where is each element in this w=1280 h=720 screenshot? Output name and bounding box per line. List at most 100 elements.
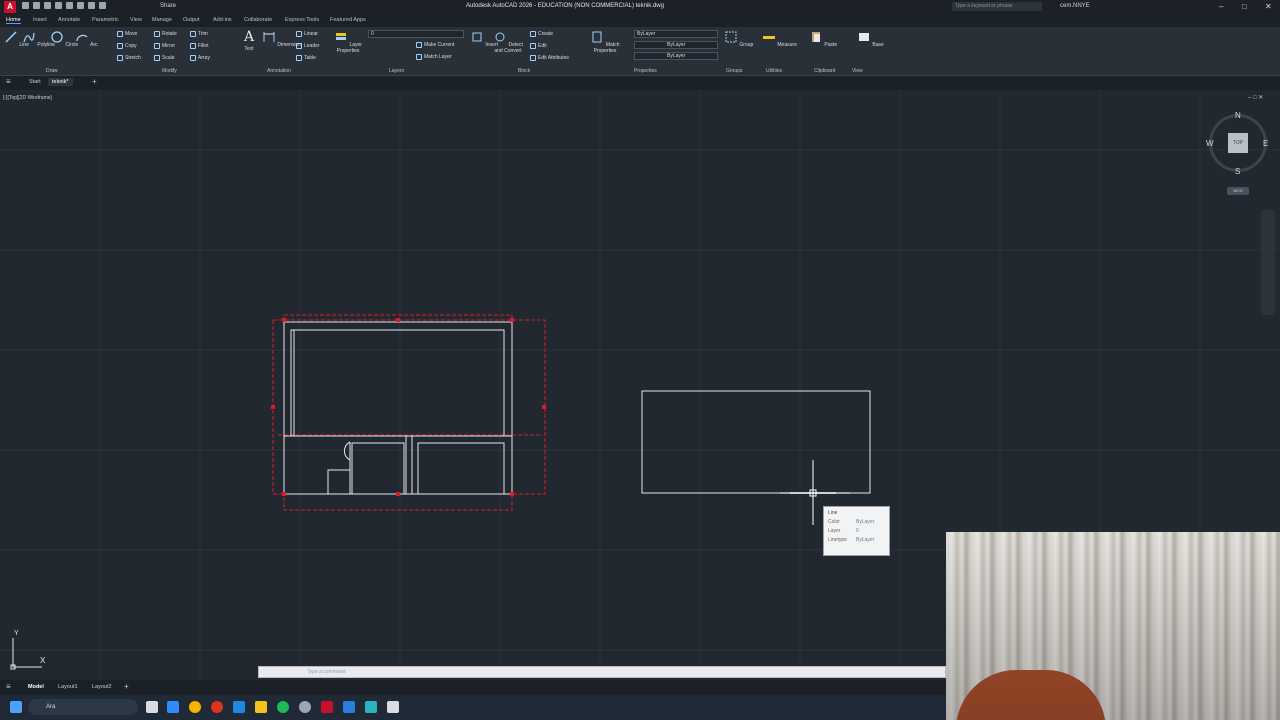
- tab-parametric[interactable]: Parametric: [92, 17, 119, 23]
- edge-icon[interactable]: [167, 701, 179, 713]
- dimension-icon: [263, 32, 275, 42]
- arc-tool-button[interactable]: Arc: [75, 30, 98, 48]
- autocad-taskbar-icon[interactable]: [321, 701, 333, 713]
- table-button[interactable]: Table: [296, 55, 316, 61]
- array-button[interactable]: Array: [190, 55, 210, 61]
- taskbar-search-text: Ara: [46, 704, 56, 710]
- taskbar-search[interactable]: Ara: [28, 699, 138, 715]
- file-explorer-icon[interactable]: [255, 701, 267, 713]
- tab-featured-apps[interactable]: Featured Apps: [330, 17, 366, 23]
- tab-annotate[interactable]: Annotate: [58, 17, 80, 23]
- tab-view[interactable]: View: [130, 17, 142, 23]
- viewcube-north[interactable]: N: [1235, 111, 1241, 120]
- tab-home[interactable]: Home: [6, 17, 21, 24]
- edit-attributes-icon: [530, 55, 536, 61]
- maximize-button[interactable]: □: [1242, 2, 1247, 11]
- browser-icon[interactable]: [233, 701, 245, 713]
- tab-insert[interactable]: Insert: [33, 17, 47, 23]
- windows-start-icon[interactable]: [10, 701, 22, 713]
- measure-button[interactable]: Measure: [762, 30, 797, 48]
- edit-attributes-button[interactable]: Edit Attributes: [530, 55, 569, 61]
- user-account[interactable]: cem.NNYE: [1060, 3, 1090, 9]
- command-line-input[interactable]: Type a command: [258, 666, 946, 678]
- detect-convert-button[interactable]: Detect and Convert: [492, 30, 524, 54]
- polyline-icon: [23, 32, 35, 43]
- draw-panel-title[interactable]: Draw: [46, 68, 58, 74]
- floor-plan-selected[interactable]: [271, 314, 546, 511]
- scale-button[interactable]: Scale: [154, 55, 175, 61]
- modify-panel-title[interactable]: Modify: [162, 68, 177, 74]
- layers-panel-title[interactable]: Layers: [389, 68, 404, 74]
- linear-dimension-button[interactable]: Linear: [296, 31, 318, 37]
- layout-menu-icon[interactable]: ≡: [6, 682, 11, 691]
- settings-icon[interactable]: [299, 701, 311, 713]
- notepad-icon[interactable]: [387, 701, 399, 713]
- viewcube-east[interactable]: E: [1263, 139, 1268, 148]
- base-view-button[interactable]: Base: [857, 30, 884, 48]
- properties-panel-title[interactable]: Properties: [634, 68, 657, 74]
- block-panel-title[interactable]: Block: [518, 68, 530, 74]
- tab-teknik[interactable]: teknik*: [48, 78, 73, 86]
- spotify-icon[interactable]: [277, 701, 289, 713]
- trim-button[interactable]: Trim: [190, 31, 208, 37]
- tab-output[interactable]: Output: [183, 17, 200, 23]
- close-button[interactable]: ✕: [1265, 2, 1272, 11]
- layer-properties-button[interactable]: Layer Properties: [334, 30, 362, 54]
- viewcube-west[interactable]: W: [1206, 139, 1214, 148]
- ucs-menu-button[interactable]: WCS: [1227, 187, 1249, 195]
- tab-layout1[interactable]: Layout1: [58, 684, 78, 690]
- trim-label: Trim: [198, 31, 208, 37]
- linetype-dropdown[interactable]: ByLayer: [634, 52, 718, 60]
- fillet-button[interactable]: Fillet: [190, 43, 209, 49]
- circle-tool-button[interactable]: Circle: [50, 30, 78, 48]
- help-search-input[interactable]: Type a keyword or phrase: [952, 2, 1042, 11]
- color-dropdown[interactable]: ByLayer: [634, 30, 718, 38]
- app-icon[interactable]: [365, 701, 377, 713]
- minimize-button[interactable]: –: [1219, 2, 1223, 11]
- tab-model[interactable]: Model: [28, 684, 44, 690]
- match-properties-icon: [592, 31, 602, 43]
- edit-block-button[interactable]: Edit: [530, 43, 547, 49]
- viewcube-south[interactable]: S: [1235, 167, 1240, 176]
- text-tool-button[interactable]: A Text: [242, 30, 256, 52]
- menu-icon[interactable]: ≡: [6, 77, 11, 86]
- group-button[interactable]: Group: [724, 30, 753, 48]
- tab-layout2[interactable]: Layout2: [92, 684, 112, 690]
- add-tab-button[interactable]: +: [92, 77, 97, 86]
- layer-dropdown[interactable]: 0: [368, 30, 464, 38]
- tab-add-ins[interactable]: Add-ins: [213, 17, 232, 23]
- match-layer-icon: [416, 54, 422, 60]
- groups-panel-title[interactable]: Groups: [726, 68, 742, 74]
- stretch-button[interactable]: Stretch: [117, 55, 141, 61]
- array-icon: [190, 55, 196, 61]
- opera-icon[interactable]: [211, 701, 223, 713]
- annotation-panel-title[interactable]: Annotation: [267, 68, 291, 74]
- vscode-icon[interactable]: [343, 701, 355, 713]
- new-rectangle-drawing[interactable]: [641, 390, 871, 494]
- rotate-button[interactable]: Rotate: [154, 31, 177, 37]
- tab-collaborate[interactable]: Collaborate: [244, 17, 272, 23]
- tab-express-tools[interactable]: Express Tools: [285, 17, 319, 23]
- ucs-icon: [10, 638, 42, 670]
- viewcube-top-face[interactable]: TOP: [1228, 133, 1248, 153]
- make-current-button[interactable]: Make Current: [416, 42, 454, 48]
- task-view-icon[interactable]: [146, 701, 158, 713]
- chrome-icon[interactable]: [189, 701, 201, 713]
- mirror-button[interactable]: Mirror: [154, 43, 175, 49]
- paste-button[interactable]: Paste: [809, 30, 837, 48]
- leader-button[interactable]: Leader: [296, 43, 320, 49]
- move-button[interactable]: Move: [117, 31, 137, 37]
- utilities-panel-title[interactable]: Utilities: [766, 68, 782, 74]
- create-block-button[interactable]: Create: [530, 31, 553, 37]
- tab-start[interactable]: Start: [29, 79, 41, 85]
- copy-button[interactable]: Copy: [117, 43, 137, 49]
- match-layer-button[interactable]: Match Layer: [416, 54, 452, 60]
- view-panel-title[interactable]: View: [852, 68, 863, 74]
- tab-manage[interactable]: Manage: [152, 17, 172, 23]
- match-properties-button[interactable]: Match Properties: [590, 30, 620, 54]
- quick-properties-tooltip: Line Color ByLayer Layer 0 Linetype ByLayer: [823, 506, 890, 556]
- navigation-bar[interactable]: [1261, 210, 1275, 315]
- add-layout-button[interactable]: +: [124, 682, 129, 691]
- lineweight-dropdown[interactable]: ByLayer: [634, 41, 718, 49]
- clipboard-panel-title[interactable]: Clipboard: [814, 68, 835, 74]
